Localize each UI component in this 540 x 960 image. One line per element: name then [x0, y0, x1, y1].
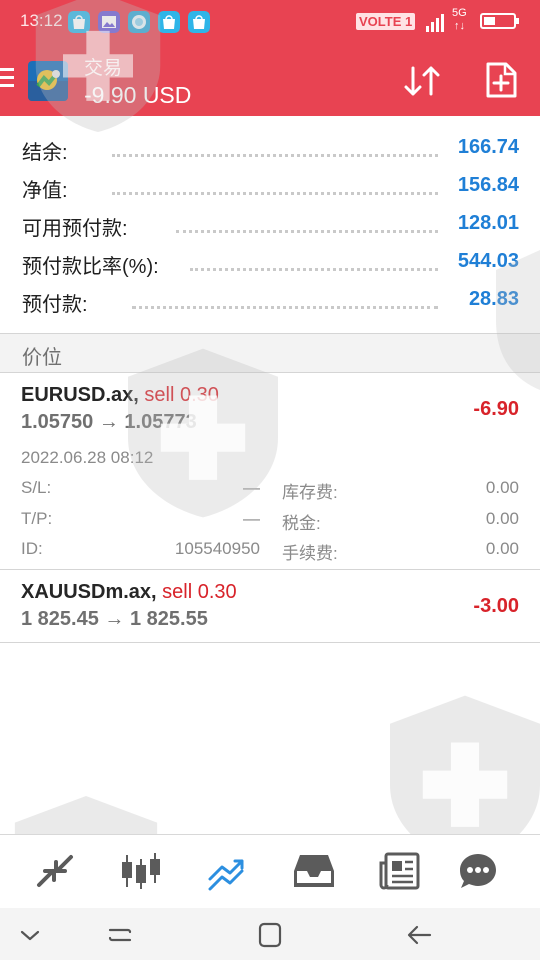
- trade-screen: 13:12 VOLTE 1 5G ↑↓ 交易 -9.90 USD 结余: 166…: [0, 0, 540, 960]
- symbol-name: XAUUSDm.ax,: [21, 581, 157, 603]
- new-order-icon[interactable]: [484, 62, 518, 98]
- id-label: ID:: [21, 539, 43, 558]
- divider: [0, 372, 540, 373]
- section-header: 价位: [0, 334, 540, 372]
- history-icon[interactable]: [292, 851, 336, 891]
- floating-profit: -9.90 USD: [84, 82, 192, 108]
- sort-icon[interactable]: [402, 64, 442, 98]
- gallery-icon: [98, 11, 120, 33]
- summary-row-free-margin: 可用预付款: 128.01: [0, 192, 540, 240]
- chart-icon[interactable]: [119, 851, 163, 891]
- summary-row-balance: 结余: 166.74: [0, 116, 540, 164]
- sl-value: —: [243, 478, 260, 497]
- divider: [0, 569, 540, 570]
- tp-label: T/P:: [21, 509, 53, 528]
- data-arrows-icon: ↑↓: [454, 20, 465, 32]
- position-prices: 1.05750 → 1.05773: [21, 411, 197, 433]
- menu-icon[interactable]: [0, 68, 14, 88]
- id-value: 105540950: [174, 539, 260, 558]
- bag-icon: [68, 11, 90, 33]
- sl-label: S/L:: [21, 478, 52, 497]
- position-open-time: 2022.06.28 08:12: [21, 448, 154, 467]
- back-icon[interactable]: [406, 921, 434, 949]
- status-time: 13:12: [20, 11, 63, 30]
- swap-label: 库存费:: [282, 483, 338, 502]
- position-symbol: EURUSD.ax, sell 0.30: [21, 384, 219, 407]
- leader-dots: [132, 304, 438, 309]
- chat-icon[interactable]: [456, 851, 500, 891]
- symbol-name: EURUSD.ax,: [21, 384, 139, 406]
- chevron-down-icon[interactable]: [16, 921, 44, 949]
- summary-row-margin-level: 预付款比率(%): 544.03: [0, 230, 540, 278]
- order-side: sell 0.30: [144, 384, 219, 406]
- tax-label: 税金:: [282, 514, 321, 533]
- section-title: 价位: [22, 347, 62, 369]
- metatrader-logo: [28, 61, 68, 101]
- position-profit: -3.00: [473, 595, 519, 617]
- bag-icon: [158, 11, 180, 33]
- news-icon[interactable]: [378, 851, 422, 891]
- order-side: sell 0.30: [162, 581, 237, 603]
- margin-label: 预付款:: [22, 294, 88, 316]
- trade-icon[interactable]: [206, 851, 250, 891]
- summary-row-margin: 预付款: 28.83: [0, 268, 540, 316]
- signal-icon: [426, 14, 444, 32]
- quotes-icon[interactable]: [33, 851, 77, 891]
- bag-icon: [188, 11, 210, 33]
- tp-value: —: [243, 509, 260, 528]
- volte-badge: VOLTE 1: [356, 13, 416, 30]
- page-title: 交易: [84, 58, 123, 79]
- summary-row-equity: 净值: 156.84: [0, 154, 540, 202]
- app-toolbar: 交易 -9.90 USD: [0, 44, 540, 116]
- home-icon[interactable]: [256, 921, 284, 949]
- position-symbol: XAUUSDm.ax, sell 0.30: [21, 581, 237, 604]
- menu-lines-icon[interactable]: [106, 921, 134, 949]
- swap-value: 0.00: [485, 478, 519, 497]
- position-prices: 1 825.45 → 1 825.55: [21, 608, 208, 630]
- system-navigation: [0, 908, 540, 960]
- status-bar: 13:12 VOLTE 1 5G ↑↓: [0, 0, 540, 44]
- battery-icon: [480, 13, 519, 29]
- commission-label: 手续费:: [282, 544, 338, 563]
- network-type: 5G: [452, 7, 467, 19]
- commission-value: 0.00: [485, 539, 519, 558]
- browser-icon: [128, 11, 150, 33]
- bottom-navigation: [0, 834, 540, 909]
- position-profit: -6.90: [473, 398, 519, 420]
- margin-value: 28.83: [468, 288, 519, 310]
- divider: [0, 642, 540, 643]
- tax-value: 0.00: [485, 509, 519, 528]
